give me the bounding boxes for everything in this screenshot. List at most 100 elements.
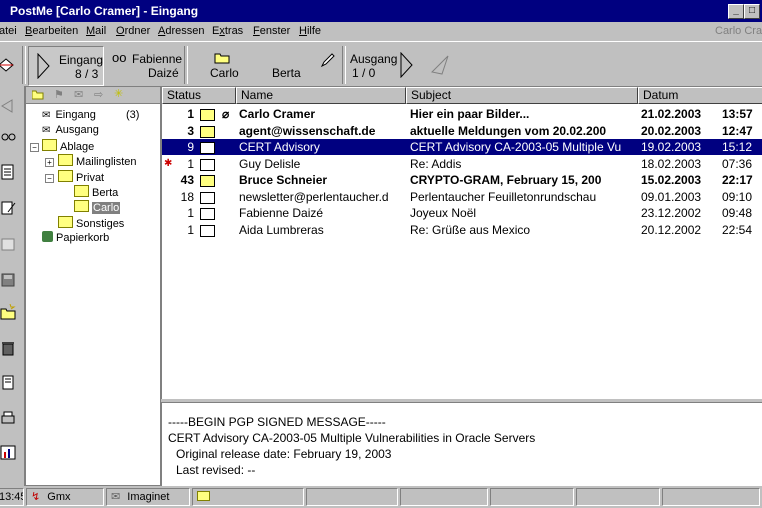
column-header-subject[interactable]: Subject <box>406 87 638 104</box>
message-date: 18.02.2003 <box>641 156 702 171</box>
message-date: 21.02.2003 <box>641 107 702 121</box>
status-account-gmx[interactable]: ↯ Gmx <box>26 488 104 506</box>
edit-icon[interactable] <box>0 200 16 216</box>
message-time: 12:47 <box>722 123 753 138</box>
message-sender: newsletter@perlentaucher.d <box>239 189 389 204</box>
new-folder-icon[interactable] <box>0 304 16 320</box>
message-count: 9 <box>187 140 194 154</box>
toolbar-ausgang-count: 1 / 0 <box>352 66 376 80</box>
new-mail-icon <box>200 125 215 138</box>
printer-icon[interactable] <box>0 410 16 426</box>
message-sender: Bruce Schneier <box>239 173 328 187</box>
tree-eingang[interactable]: ✉ Eingang (3) <box>42 108 139 123</box>
read-mail-icon <box>200 142 215 154</box>
expand-mailinglisten-toggle[interactable]: + <box>45 158 54 167</box>
message-count: 3 <box>187 123 194 138</box>
envelope-icon <box>0 58 14 72</box>
message-subject: CERT Advisory CA-2003-05 Multiple Vu <box>410 140 622 154</box>
star-icon[interactable]: ✳ <box>114 87 123 100</box>
folder-icon <box>58 170 73 182</box>
address-book-icon[interactable] <box>0 374 16 390</box>
toolbar-eingang-count: 8 / 3 <box>75 67 99 81</box>
status-panel-empty-4 <box>576 488 660 506</box>
message-row[interactable]: 1 Fabienne Daizé Joyeux Noël 23.12.2002 09:4… <box>162 205 762 221</box>
menu-ordner[interactable]: Ordner <box>116 25 150 37</box>
menu-hilfe[interactable]: Hilfe <box>299 25 321 37</box>
preview-line-2: CERT Advisory CA-2003-05 Multiple Vulner… <box>168 431 536 445</box>
column-header-name[interactable]: Name <box>236 87 406 104</box>
maximize-button[interactable]: □ <box>744 4 760 19</box>
folder-icon <box>58 154 73 166</box>
tree-ausgang-label: Ausgang <box>55 124 99 136</box>
save-icon[interactable] <box>0 272 16 288</box>
read-mail-icon <box>200 191 215 204</box>
move-icon[interactable]: ⇨ <box>94 88 103 101</box>
send-icon <box>430 55 449 75</box>
statistics-icon[interactable] <box>0 444 16 460</box>
glasses-icon[interactable] <box>0 128 16 144</box>
folder-icon <box>197 491 210 501</box>
message-date: 09.01.2003 <box>641 189 702 204</box>
status-gmx-label: Gmx <box>47 491 71 503</box>
tree-papierkorb[interactable]: Papierkorb <box>42 231 109 246</box>
column-header-datum[interactable]: Datum <box>638 87 762 104</box>
document-icon[interactable] <box>0 164 16 180</box>
toolbar-ausgang-button[interactable]: Ausgang 1 / 0 <box>346 46 416 84</box>
tree-ausgang[interactable]: ✉ Ausgang <box>42 123 99 138</box>
toolbar-send-button[interactable] <box>424 46 454 84</box>
tree-privat[interactable]: Privat <box>58 170 104 185</box>
menu-bearbeiten[interactable]: Bearbeiten <box>25 25 78 37</box>
message-row[interactable]: 43 Bruce Schneier CRYPTO-GRAM, February 15… <box>162 172 762 188</box>
message-time: 09:10 <box>722 189 753 204</box>
collapse-privat-toggle[interactable]: − <box>45 174 54 183</box>
new-mail-icon <box>200 109 215 121</box>
notes-icon[interactable] <box>0 236 16 252</box>
tree-berta[interactable]: Berta <box>74 185 118 200</box>
menu-mail[interactable]: Mail <box>86 25 106 37</box>
toolbar-edit-button[interactable] <box>314 46 338 84</box>
toolbar-eingang-button[interactable]: Eingang 8 / 3 <box>28 46 104 86</box>
tree-berta-label: Berta <box>92 187 119 199</box>
message-subject: Hier ein paar Bilder... <box>410 107 530 121</box>
message-sender: Carlo Cramer <box>239 107 316 121</box>
back-arrow-icon[interactable] <box>0 98 16 114</box>
minimize-button[interactable]: _ <box>728 4 744 19</box>
message-subject: Re: Grüße aus Mexico <box>410 222 531 237</box>
menu-datei[interactable]: atei <box>0 25 17 37</box>
tree-sonstiges[interactable]: Sonstiges <box>58 216 124 231</box>
open-folder-icon <box>74 200 89 212</box>
collapse-ablage-toggle[interactable]: − <box>30 143 39 152</box>
read-mail-icon <box>200 208 215 220</box>
folder-icon[interactable] <box>32 90 44 100</box>
menu-extras[interactable]: Extras <box>212 25 243 37</box>
message-row[interactable]: ✱ 1 Guy Delisle Re: Addis 18.02.2003 07:36 <box>162 156 762 172</box>
message-time: 07:36 <box>722 156 753 171</box>
message-row[interactable]: 1 Aida Lumbreras Re: Grüße aus Mexico 20.12… <box>162 222 762 238</box>
menu-fenster[interactable]: Fenster <box>253 25 290 37</box>
status-account-imaginet[interactable]: ✉ Imaginet <box>106 488 190 506</box>
status-imaginet-label: Imaginet <box>127 491 170 503</box>
toolbar-fabienne-button[interactable]: oo Fabienne Daizé <box>108 46 182 84</box>
mail-icon[interactable]: ✉ <box>74 88 83 101</box>
column-header-status[interactable]: Status <box>162 87 236 104</box>
tree-carlo-label: Carlo <box>92 202 121 214</box>
message-row[interactable]: 18 newsletter@perlentaucher.d Perlentauche… <box>162 189 762 205</box>
message-row[interactable]: 9 CERT Advisory CERT Advisory CA-2003-05 M… <box>162 139 762 155</box>
message-row[interactable]: 3 agent@wissenschaft.de aktuelle Meldungen… <box>162 123 762 139</box>
inbox-icon: ✉ <box>42 110 51 121</box>
trash-icon[interactable] <box>0 340 16 356</box>
message-sender: agent@wissenschaft.de <box>239 123 376 138</box>
message-row[interactable]: 1 ⌀ Carlo Cramer Hier ein paar Bilder... 21.… <box>162 106 762 122</box>
menu-adressen[interactable]: Adressen <box>158 25 204 37</box>
tree-ablage[interactable]: Ablage <box>42 139 94 154</box>
message-count: 1 <box>187 222 194 237</box>
toolbar-berta-button[interactable]: Berta <box>262 46 306 84</box>
new-mail-button[interactable] <box>0 46 20 84</box>
message-time: 09:48 <box>722 206 753 220</box>
tree-carlo[interactable]: Carlo <box>74 200 121 215</box>
flag-icon[interactable]: ⚑ <box>54 88 64 101</box>
folder-icon <box>58 216 73 228</box>
toolbar-carlo-button[interactable]: Carlo <box>200 46 246 84</box>
tree-eingang-count: (3) <box>126 109 140 121</box>
tree-mailinglisten[interactable]: Mailinglisten <box>58 154 137 169</box>
